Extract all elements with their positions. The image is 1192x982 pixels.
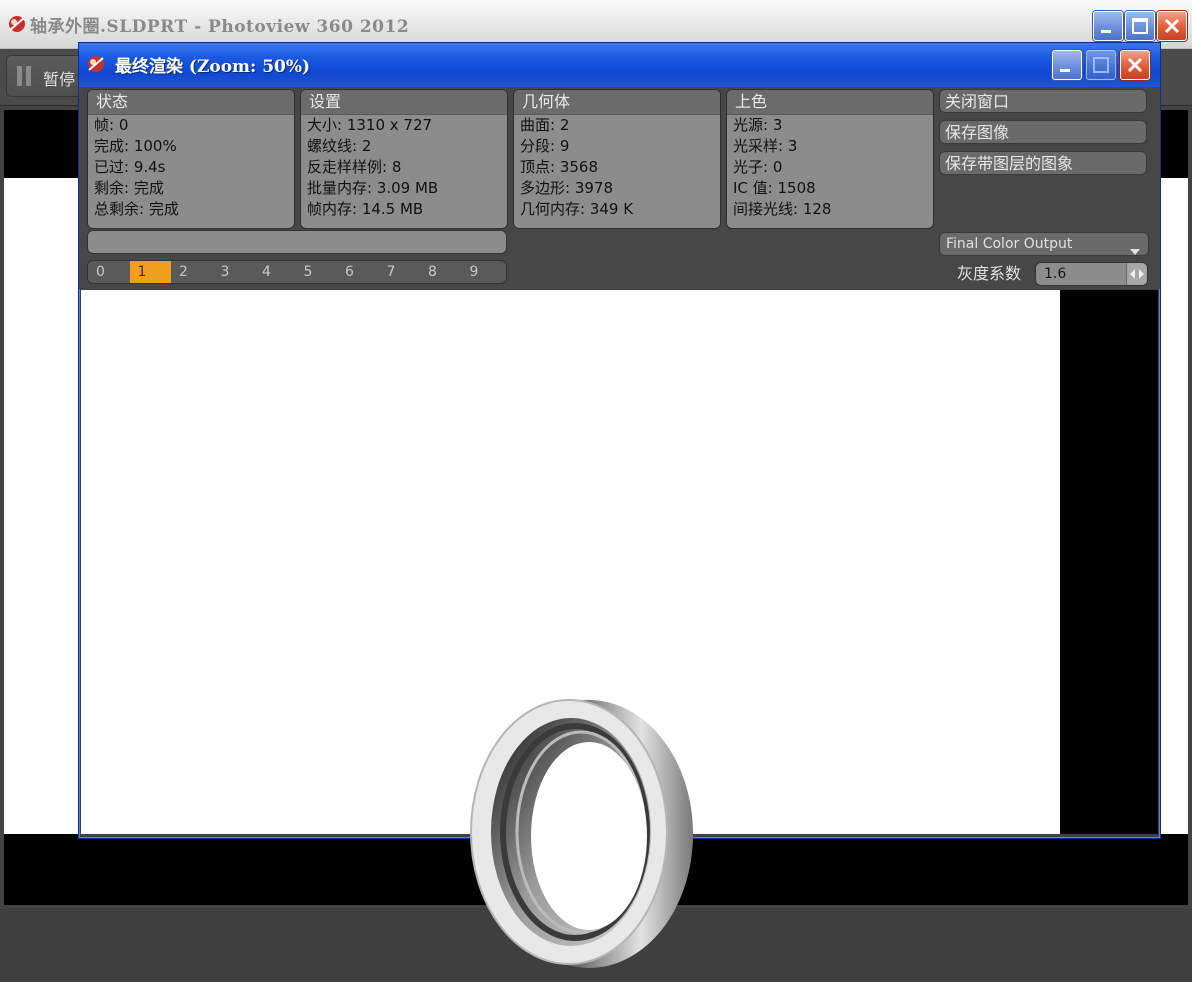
- status-frame: 帧: 0: [94, 116, 129, 134]
- status-panel: 状态 帧: 0 完成: 100% 已过: 9.4s 剩余: 完成 总剩余: 完成: [87, 89, 295, 229]
- render-viewport-margin: [1060, 290, 1158, 834]
- frame-tab-8[interactable]: 8: [420, 261, 461, 283]
- shading-light-samples: 光采样: 3: [733, 137, 798, 155]
- geometry-polygons: 多边形: 3978: [520, 179, 613, 197]
- frame-tab-9[interactable]: 9: [462, 261, 503, 283]
- render-info-panel: 状态 帧: 0 完成: 100% 已过: 9.4s 剩余: 完成 总剩余: 完成…: [79, 87, 1160, 289]
- frame-tab-6[interactable]: 6: [337, 261, 378, 283]
- final-render-window: 最终渲染 (Zoom: 50%) 状态 帧: 0 完成: 100% 已过: 9.…: [78, 42, 1161, 968]
- shading-ic-value: IC 值: 1508: [733, 179, 816, 197]
- render-close-button[interactable]: [1120, 50, 1150, 80]
- status-complete: 完成: 100%: [94, 137, 177, 155]
- shading-lights: 光源: 3: [733, 116, 783, 134]
- render-maximize-button[interactable]: [1086, 50, 1116, 80]
- frame-tab-0[interactable]: 0: [88, 261, 129, 283]
- gamma-value: 1.6: [1044, 266, 1067, 282]
- status-elapsed: 已过: 9.4s: [94, 158, 166, 176]
- frame-selector: 0123456789: [87, 260, 507, 284]
- bearing-outer-ring-render: [470, 699, 693, 968]
- geometry-segments: 分段: 9: [520, 137, 570, 155]
- render-app-icon: [85, 53, 107, 79]
- geometry-panel: 几何体 曲面: 2 分段: 9 顶点: 3568 多边形: 3978 几何内存:…: [513, 89, 721, 229]
- render-viewport: [81, 290, 1060, 968]
- geometry-panel-header: 几何体: [514, 90, 720, 115]
- outer-minimize-button[interactable]: [1093, 11, 1123, 41]
- geometry-memory: 几何内存: 349 K: [520, 200, 634, 218]
- gamma-spin-icon[interactable]: [1126, 263, 1147, 285]
- settings-panel-header: 设置: [301, 90, 507, 115]
- frame-tab-4[interactable]: 4: [254, 261, 295, 283]
- output-channel-select[interactable]: Final Color Output: [939, 232, 1149, 256]
- status-panel-header: 状态: [88, 90, 294, 115]
- settings-bucket-memory: 批量内存: 3.09 MB: [307, 179, 439, 197]
- frame-tab-2[interactable]: 2: [171, 261, 212, 283]
- close-window-button[interactable]: 关闭窗口: [939, 89, 1147, 113]
- settings-size: 大小: 1310 x 727: [307, 116, 433, 134]
- status-remaining: 剩余: 完成: [94, 179, 164, 197]
- photoview-app-icon: [6, 14, 28, 38]
- outer-window-title: 轴承外圈.SLDPRT - Photoview 360 2012: [30, 17, 410, 37]
- frame-tab-3[interactable]: 3: [213, 261, 254, 283]
- pause-icon: [15, 66, 35, 90]
- status-total-remaining: 总剩余: 完成: [94, 200, 179, 218]
- output-channel-value: Final Color Output: [946, 236, 1073, 252]
- settings-frame-memory: 帧内存: 14.5 MB: [307, 200, 424, 218]
- gamma-label: 灰度系数: [957, 264, 1022, 283]
- shading-photons: 光子: 0: [733, 158, 783, 176]
- geometry-surfaces: 曲面: 2: [520, 116, 570, 134]
- settings-threads: 螺纹线: 2: [307, 137, 372, 155]
- save-image-button[interactable]: 保存图像: [939, 120, 1147, 144]
- settings-panel: 设置 大小: 1310 x 727 螺纹线: 2 反走样样例: 8 批量内存: …: [300, 89, 508, 229]
- outer-close-button[interactable]: [1157, 11, 1187, 41]
- render-progress-bar: [87, 230, 507, 254]
- settings-antialias: 反走样样例: 8: [307, 158, 402, 176]
- render-window-title: 最终渲染 (Zoom: 50%): [115, 57, 311, 77]
- frame-tab-7[interactable]: 7: [379, 261, 420, 283]
- shading-panel-header: 上色: [727, 90, 933, 115]
- shading-panel: 上色 光源: 3 光采样: 3 光子: 0 IC 值: 1508 间接光线: 1…: [726, 89, 934, 229]
- gamma-input[interactable]: 1.6: [1035, 262, 1148, 286]
- geometry-vertices: 顶点: 3568: [520, 158, 598, 176]
- frame-tab-5[interactable]: 5: [296, 261, 337, 283]
- shading-indirect-rays: 间接光线: 128: [733, 200, 832, 218]
- chevron-down-icon: [1130, 241, 1140, 260]
- frame-tab-1[interactable]: 1: [129, 261, 171, 283]
- render-title-bar[interactable]: 最终渲染 (Zoom: 50%): [79, 43, 1160, 87]
- outer-maximize-button[interactable]: [1125, 11, 1155, 41]
- render-minimize-button[interactable]: [1052, 50, 1082, 80]
- save-layered-image-button[interactable]: 保存带图层的图象: [939, 151, 1147, 175]
- pause-button-label: 暂停: [43, 70, 76, 89]
